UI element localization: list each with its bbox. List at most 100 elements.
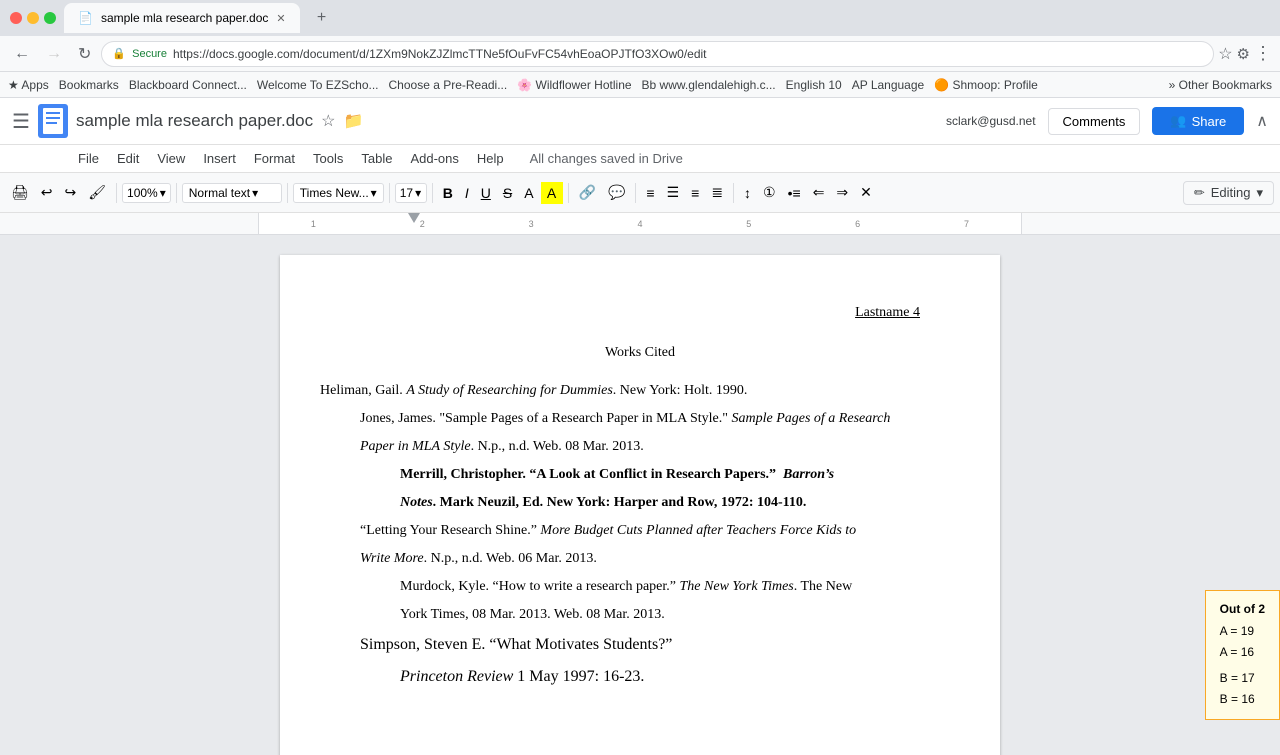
decrease-indent-button[interactable]: ⇐ (808, 181, 830, 204)
other-bookmarks-link[interactable]: » Other Bookmarks (1169, 78, 1272, 92)
toolbar-separator-2 (176, 183, 177, 203)
citation-jones: Jones, James. "Sample Pages of a Researc… (360, 405, 920, 433)
increase-indent-button[interactable]: ⇒ (831, 181, 853, 204)
style-selector[interactable]: Normal text ▾ (182, 183, 282, 203)
glendalehigh-link[interactable]: Bb www.glendalehigh.c... (642, 78, 776, 92)
close-dot[interactable] (10, 12, 22, 24)
forward-button[interactable]: → (40, 41, 68, 67)
star-icon[interactable]: ☆ (321, 111, 335, 131)
header-right: sclark@gusd.net Comments 👥 Share ∧ (946, 107, 1268, 135)
wildflower-link[interactable]: 🌸 Wildflower Hotline (517, 78, 631, 92)
toolbar: 🖨 ↩ ↪ 🖌 100% ▾ Normal text ▾ Times New..… (0, 173, 1280, 213)
browser-title-bar: 📄 sample mla research paper.doc ✕ + (0, 0, 1280, 36)
blackboard-link[interactable]: Blackboard Connect... (129, 78, 247, 92)
doc-content-area: Lastname 4 Works Cited Heliman, Gail. A … (0, 235, 1280, 755)
score-panel: Out of 2 A = 19 A = 16 B = 17 B = 16 (1205, 590, 1280, 720)
menu-file[interactable]: File (70, 147, 107, 170)
citation-letting-cont: Write More. N.p., n.d. Web. 06 Mar. 2013… (360, 545, 920, 573)
shmoop-link[interactable]: 🟠 Shmoop: Profile (934, 78, 1038, 92)
toolbar-separator-6 (568, 183, 569, 203)
menu-insert[interactable]: Insert (195, 147, 244, 170)
menu-tools[interactable]: Tools (305, 147, 351, 170)
toolbar-separator-1 (116, 183, 117, 203)
collapse-icon[interactable]: ∧ (1256, 111, 1268, 131)
zoom-selector[interactable]: 100% ▾ (122, 183, 171, 203)
citation-heliman: Heliman, Gail. A Study of Researching fo… (360, 377, 920, 405)
secure-label: Secure (132, 48, 167, 60)
numbered-list-button[interactable]: ① (758, 181, 781, 204)
print-button[interactable]: 🖨 (6, 181, 34, 204)
menu-format[interactable]: Format (246, 147, 303, 170)
align-center-button[interactable]: ☰ (662, 181, 685, 204)
underline-button[interactable]: U (476, 182, 496, 204)
ezschool-link[interactable]: Welcome To EZScho... (257, 78, 379, 92)
docs-logo (38, 104, 68, 138)
clear-format-button[interactable]: ✕ (855, 181, 877, 204)
menu-addons[interactable]: Add-ons (402, 147, 466, 170)
toolbar-separator-3 (287, 183, 288, 203)
toolbar-separator-5 (432, 183, 433, 203)
score-title: Out of 2 (1220, 599, 1265, 621)
menu-table[interactable]: Table (353, 147, 400, 170)
tab-close-icon[interactable]: ✕ (276, 12, 285, 25)
italic-button[interactable]: I (460, 182, 474, 204)
bookmarks-link[interactable]: Bookmarks (59, 78, 119, 92)
menu-bar: File Edit View Insert Format Tools Table… (0, 145, 1280, 173)
more-button[interactable]: ⋮ (1254, 43, 1272, 64)
menu-help[interactable]: Help (469, 147, 512, 170)
minimize-dot[interactable] (27, 12, 39, 24)
browser-tab[interactable]: 📄 sample mla research paper.doc ✕ (64, 3, 300, 33)
strikethrough-button[interactable]: S (498, 182, 517, 204)
share-button[interactable]: 👥 Share (1152, 107, 1244, 135)
bullet-list-button[interactable]: •≡ (783, 182, 806, 204)
autosave-status: All changes saved in Drive (530, 151, 683, 166)
redo-button[interactable]: ↪ (60, 181, 82, 204)
align-right-button[interactable]: ≡ (686, 182, 704, 204)
bookmark-star[interactable]: ☆ (1218, 44, 1232, 64)
line-spacing-button[interactable]: ↕ (739, 182, 756, 204)
pencil-icon: ✏ (1194, 185, 1205, 201)
citation-princeton: Princeton Review 1 May 1997: 16-23. (360, 661, 920, 693)
apps-bookmark[interactable]: ★ Apps (8, 78, 49, 92)
window-controls (10, 12, 56, 24)
comment-button[interactable]: 💬 (603, 181, 630, 204)
toolbar-separator-8 (733, 183, 734, 203)
undo-button[interactable]: ↩ (36, 181, 58, 204)
align-left-button[interactable]: ≡ (641, 182, 659, 204)
docs-header: ☰ sample mla research paper.doc ☆ 📁 scla… (0, 98, 1280, 145)
text-color-button[interactable]: A (519, 182, 538, 204)
editing-mode-badge[interactable]: ✏ Editing ▾ (1183, 181, 1274, 205)
back-button[interactable]: ← (8, 41, 36, 67)
tab-favicon: 📄 (78, 11, 93, 25)
aplanguage-link[interactable]: AP Language (852, 78, 925, 92)
citation-letting: “Letting Your Research Shine.” More Budg… (360, 517, 920, 545)
bold-button[interactable]: B (438, 182, 458, 204)
editing-chevron: ▾ (1256, 185, 1263, 201)
menu-view[interactable]: View (149, 147, 193, 170)
doc-title[interactable]: sample mla research paper.doc (76, 111, 313, 131)
hamburger-icon[interactable]: ☰ (12, 109, 30, 134)
extensions-button[interactable]: ⚙ (1237, 45, 1250, 63)
font-size-selector[interactable]: 17 ▾ (395, 183, 427, 203)
tab-title: sample mla research paper.doc (101, 11, 268, 25)
bookmarks-bar: ★ Apps Bookmarks Blackboard Connect... W… (0, 72, 1280, 98)
ruler: 1 2 3 4 5 6 7 (0, 213, 1280, 235)
prereading-link[interactable]: Choose a Pre-Readi... (389, 78, 508, 92)
new-tab-button[interactable]: + (308, 4, 336, 32)
font-selector[interactable]: Times New... ▾ (293, 183, 384, 203)
page-header-right: Lastname 4 (360, 305, 920, 321)
comments-button[interactable]: Comments (1048, 108, 1141, 135)
lock-icon: 🔒 (112, 47, 126, 60)
highlight-button[interactable]: A (541, 182, 563, 204)
refresh-button[interactable]: ↻ (72, 40, 97, 68)
link-button[interactable]: 🔗 (574, 181, 601, 204)
paint-format-button[interactable]: 🖌 (83, 181, 111, 204)
maximize-dot[interactable] (44, 12, 56, 24)
folder-icon[interactable]: 📁 (343, 111, 363, 131)
address-bar[interactable]: 🔒 Secure https://docs.google.com/documen… (101, 41, 1214, 67)
justify-button[interactable]: ≣ (706, 181, 728, 204)
menu-edit[interactable]: Edit (109, 147, 147, 170)
citation-simpson: Simpson, Steven E. “What Motivates Stude… (360, 629, 920, 661)
english10-link[interactable]: English 10 (786, 78, 842, 92)
citation-murdock-cont: York Times, 08 Mar. 2013. Web. 08 Mar. 2… (360, 601, 920, 629)
